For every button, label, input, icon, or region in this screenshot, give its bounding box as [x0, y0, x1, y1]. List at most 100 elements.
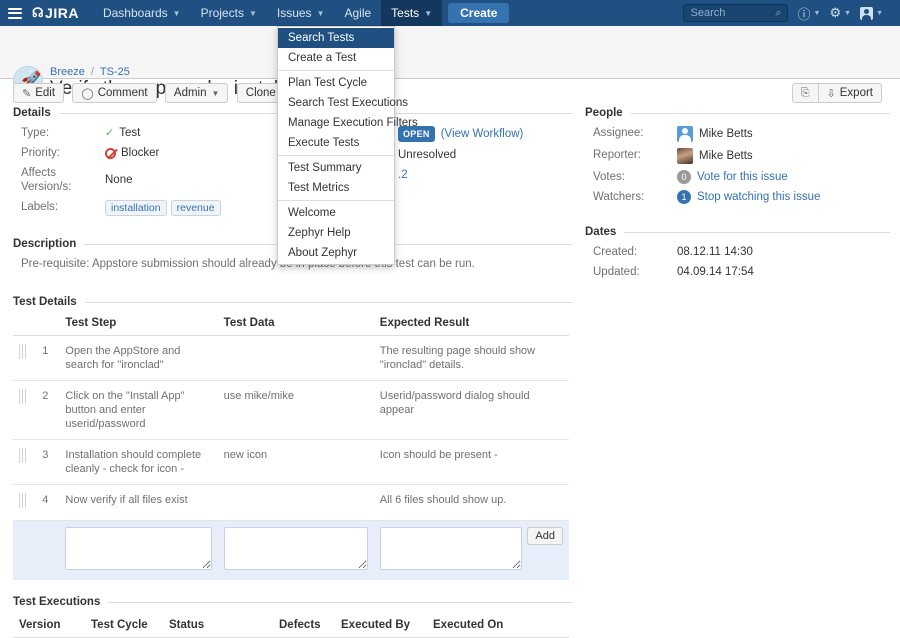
chevron-down-icon: ▼	[844, 9, 852, 17]
menu-item-search-test-executions[interactable]: Search Test Executions	[278, 93, 408, 113]
step-description[interactable]: Now verify if all files exist	[59, 484, 218, 521]
menu-item-execute-tests[interactable]: Execute Tests	[278, 133, 394, 153]
jira-brand-label: JIRA	[45, 5, 79, 21]
people-heading-label: People	[585, 107, 623, 119]
menu-item-welcome[interactable]: Welcome	[278, 203, 394, 223]
jira-logo[interactable]: ☊ JIRA	[30, 0, 93, 26]
drag-handle-cell[interactable]	[13, 439, 37, 485]
breadcrumb-project-link[interactable]: Breeze	[50, 66, 85, 78]
menu-item-zephyr-help[interactable]: Zephyr Help	[278, 223, 394, 243]
share-button[interactable]: ⎘	[791, 83, 819, 103]
pencil-icon: ✎	[22, 87, 32, 100]
new-expected-result-input[interactable]	[379, 527, 523, 570]
nav-item-issues[interactable]: Issues ▼	[267, 0, 335, 26]
nav-item-tests[interactable]: Tests ▼	[381, 0, 443, 26]
heading-rule	[84, 301, 573, 303]
type-label: Type:	[21, 127, 50, 139]
settings-menu-button[interactable]: ⚙ ▼	[829, 5, 851, 21]
step-description[interactable]: Open the AppStore and search for "ironcl…	[59, 335, 218, 381]
column-header-test-data: Test Data	[217, 315, 374, 336]
blocker-priority-icon	[105, 147, 116, 159]
top-navigation-bar: ☊ JIRA Dashboards ▼ Projects ▼ Issues ▼ …	[0, 0, 900, 26]
nav-label-issues: Issues	[276, 6, 312, 20]
step-description[interactable]: Click on the "Install App" button and en…	[59, 380, 218, 440]
menu-item-plan-test-cycle[interactable]: Plan Test Cycle	[278, 73, 394, 93]
table-row: 2 Click on the "Install App" button and …	[13, 380, 569, 440]
nav-item-agile[interactable]: Agile	[334, 0, 381, 26]
tests-dropdown-menu[interactable]: Search Tests Create a Test Plan Test Cyc…	[277, 26, 418, 265]
assignee-name[interactable]: Mike Betts	[699, 127, 753, 141]
download-icon: ⇩	[826, 87, 836, 100]
edit-button-label: Edit	[35, 87, 56, 99]
new-step-cell[interactable]	[59, 520, 218, 580]
step-expected-result[interactable]: Userid/password dialog should appear	[373, 380, 569, 440]
add-step-button[interactable]: Add	[527, 527, 563, 545]
nav-item-projects[interactable]: Projects ▼	[191, 0, 267, 26]
drag-handle-cell[interactable]	[13, 335, 37, 381]
fix-version-link[interactable]: .2	[398, 168, 408, 182]
export-button[interactable]: ⇩ Export	[818, 83, 882, 103]
gear-icon: ⚙	[829, 5, 842, 20]
comment-button[interactable]: ◯ Comment	[72, 83, 157, 103]
issue-header: 🚀 Breeze / TS-25 Verify the app can be i…	[0, 26, 900, 99]
breadcrumb-issue-link[interactable]: TS-25	[100, 66, 130, 78]
step-test-data[interactable]	[217, 335, 374, 381]
menu-item-manage-execution-filters[interactable]: Manage Execution Filters	[278, 113, 418, 133]
vote-for-issue-link[interactable]: Vote for this issue	[697, 170, 788, 184]
new-test-data-cell[interactable]	[217, 520, 374, 580]
dates-section-heading: Dates	[585, 226, 890, 238]
menu-item-about-zephyr[interactable]: About Zephyr	[278, 243, 394, 263]
details-heading-label: Details	[13, 107, 51, 119]
app-switcher-button[interactable]	[0, 0, 30, 26]
edit-button[interactable]: ✎ Edit	[13, 83, 65, 103]
menu-item-test-metrics[interactable]: Test Metrics	[278, 178, 394, 198]
step-expected-result[interactable]: The resulting page should show "ironclad…	[373, 335, 569, 381]
add-step-row: Add	[13, 520, 569, 580]
column-header-test-step: Test Step	[59, 315, 218, 336]
search-box[interactable]: ⌕	[682, 4, 788, 22]
menu-item-search-tests[interactable]: Search Tests	[278, 28, 394, 48]
field-assignee: Assignee: Mike Betts	[585, 126, 890, 142]
chevron-down-icon: ▼	[248, 8, 257, 18]
stop-watching-link[interactable]: Stop watching this issue	[697, 190, 820, 204]
menu-item-create-a-test[interactable]: Create a Test	[278, 48, 394, 68]
affects-version-value: None	[105, 174, 133, 186]
new-test-data-input[interactable]	[223, 527, 368, 570]
column-header-executed-by: Executed By	[335, 615, 427, 638]
test-details-section-heading: Test Details	[13, 296, 573, 308]
admin-button[interactable]: Admin ▼	[164, 83, 229, 103]
drag-handle-icon[interactable]	[19, 493, 26, 508]
step-expected-result[interactable]: All 6 files should show up.	[373, 484, 569, 521]
step-description[interactable]: Installation should complete cleanly - c…	[59, 439, 218, 485]
new-step-input[interactable]	[65, 527, 212, 570]
create-issue-button[interactable]: Create	[448, 3, 510, 23]
add-row-spacer	[13, 520, 37, 580]
new-expected-result-cell[interactable]: Add	[373, 520, 569, 580]
chevron-down-icon: ▼	[211, 88, 220, 98]
menu-item-test-summary[interactable]: Test Summary	[278, 158, 394, 178]
view-workflow-link[interactable]: (View Workflow)	[441, 127, 524, 141]
user-profile-menu-button[interactable]: ▼	[860, 6, 883, 20]
nav-item-dashboards[interactable]: Dashboards ▼	[93, 0, 191, 26]
step-test-data[interactable]	[217, 484, 374, 521]
reporter-name[interactable]: Mike Betts	[699, 149, 753, 163]
drag-handle-cell[interactable]	[13, 484, 37, 521]
field-watchers: Watchers: 1 Stop watching this issue	[585, 190, 890, 204]
menu-separator	[278, 70, 394, 71]
drag-handle-icon[interactable]	[19, 344, 26, 359]
chevron-down-icon: ▼	[813, 9, 821, 17]
label-tag[interactable]: installation	[105, 200, 167, 216]
step-test-data[interactable]: use mike/mike	[217, 380, 374, 440]
menu-separator	[278, 200, 394, 201]
priority-value-label: Blocker	[121, 147, 160, 159]
help-menu-button[interactable]: ⓘ ▼	[798, 4, 821, 23]
step-expected-result[interactable]: Icon should be present -	[373, 439, 569, 485]
step-number: 2	[36, 380, 60, 440]
drag-handle-cell[interactable]	[13, 380, 37, 440]
drag-handle-icon[interactable]	[19, 389, 26, 404]
label-tag[interactable]: revenue	[170, 200, 221, 216]
labels-label: Labels:	[21, 201, 59, 213]
search-input[interactable]	[688, 6, 776, 20]
step-test-data[interactable]: new icon	[217, 439, 374, 485]
drag-handle-icon[interactable]	[19, 448, 26, 463]
